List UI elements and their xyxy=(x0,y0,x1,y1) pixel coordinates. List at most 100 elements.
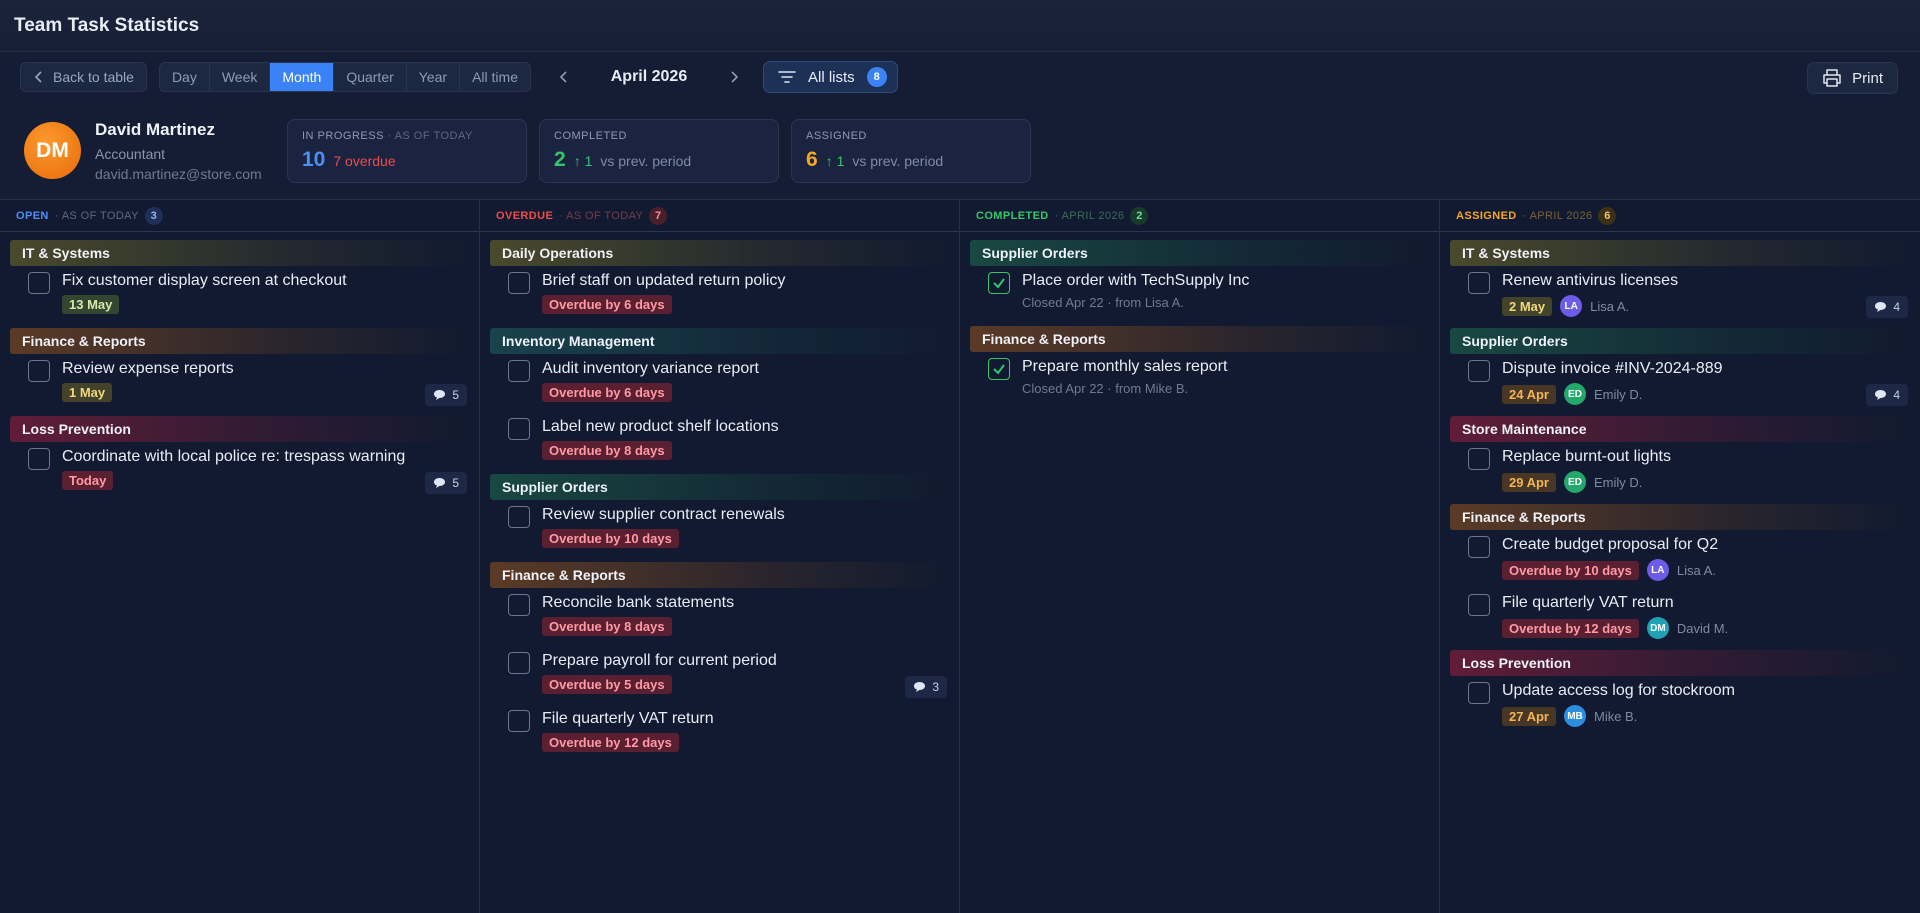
group-header: Daily Operations xyxy=(490,240,949,266)
task-title: Audit inventory variance report xyxy=(542,360,759,377)
avatar: DM xyxy=(24,122,81,179)
task-checkbox[interactable] xyxy=(1468,448,1490,470)
period-all-time[interactable]: All time xyxy=(460,63,530,91)
comment-count[interactable]: 4 xyxy=(1866,384,1908,406)
column-title: ASSIGNED xyxy=(1456,209,1517,222)
stat-compare: vs prev. period xyxy=(600,152,692,169)
print-button[interactable]: Print xyxy=(1807,62,1898,94)
overdue-badge: Overdue by 10 days xyxy=(1502,560,1639,580)
comment-count[interactable]: 5 xyxy=(425,472,467,494)
comment-icon xyxy=(1875,302,1887,312)
task-item[interactable]: Review expense reports 1 May 5 xyxy=(10,358,469,416)
task-checkbox[interactable] xyxy=(508,652,530,674)
stat-value: 2 xyxy=(554,147,566,171)
group-header: Store Maintenance xyxy=(1450,416,1910,442)
task-item[interactable]: Reconcile bank statements Overdue by 8 d… xyxy=(490,592,949,650)
task-checkbox[interactable] xyxy=(508,710,530,732)
task-checkbox[interactable] xyxy=(508,360,530,382)
due-date-badge: 24 Apr xyxy=(1502,384,1556,404)
assignee-avatar: LA xyxy=(1646,559,1669,581)
comment-icon xyxy=(434,390,446,400)
assignee-name: Emily D. xyxy=(1593,474,1643,490)
comment-count[interactable]: 3 xyxy=(905,676,947,698)
overdue-count: 7 overdue xyxy=(333,152,396,169)
task-checkbox[interactable] xyxy=(1468,272,1490,294)
task-checkbox[interactable] xyxy=(1468,594,1490,616)
group-header: Inventory Management xyxy=(490,328,949,354)
task-item[interactable]: Renew antivirus licenses 2 May LA Lisa A… xyxy=(1450,270,1910,328)
user-info: David Martinez Accountant david.martinez… xyxy=(95,120,275,182)
task-item[interactable]: Fix customer display screen at checkout … xyxy=(10,270,469,328)
task-item[interactable]: Create budget proposal for Q2 Overdue by… xyxy=(1450,534,1910,592)
stat-label: ASSIGNED xyxy=(806,129,867,142)
next-period-button[interactable] xyxy=(725,68,743,86)
due-date-badge: 27 Apr xyxy=(1502,706,1556,726)
task-item[interactable]: Place order with TechSupply Inc Closed A… xyxy=(970,270,1429,326)
task-title: Label new product shelf locations xyxy=(542,418,779,435)
task-item[interactable]: Coordinate with local police re: trespas… xyxy=(10,446,469,504)
task-checkbox[interactable] xyxy=(508,272,530,294)
column-title: OVERDUE xyxy=(496,209,554,222)
list-filter-button[interactable]: All lists 8 xyxy=(762,61,898,93)
assignee-name: David M. xyxy=(1676,620,1729,636)
check-icon xyxy=(993,278,1005,289)
task-title: Renew antivirus licenses xyxy=(1502,272,1679,289)
comment-count-value: 4 xyxy=(1893,388,1900,402)
task-title: Reconcile bank statements xyxy=(542,594,735,611)
column-assigned: ASSIGNED · APRIL 2026 6 IT & Systems Ren… xyxy=(1440,200,1920,913)
column-header: ASSIGNED · APRIL 2026 6 xyxy=(1440,200,1920,232)
task-checkbox-checked[interactable] xyxy=(988,358,1010,380)
user-summary: DM David Martinez Accountant david.marti… xyxy=(0,102,1920,200)
task-title: File quarterly VAT return xyxy=(542,710,714,727)
task-checkbox[interactable] xyxy=(508,506,530,528)
task-title: Fix customer display screen at checkout xyxy=(62,272,347,289)
stat-delta: ↑ 1 xyxy=(825,152,845,169)
prev-period-button[interactable] xyxy=(555,68,573,86)
task-checkbox[interactable] xyxy=(1468,682,1490,704)
comment-icon xyxy=(434,478,446,488)
overdue-badge: Overdue by 10 days xyxy=(542,529,679,548)
task-item[interactable]: Prepare monthly sales report Closed Apr … xyxy=(970,356,1429,412)
stat-in-progress: IN PROGRESS · AS OF TODAY 10 7 overdue xyxy=(287,118,527,183)
task-item[interactable]: File quarterly VAT return Overdue by 12 … xyxy=(490,708,949,766)
period-year[interactable]: Year xyxy=(407,63,461,91)
due-date-badge: 2 May xyxy=(1502,296,1553,316)
task-item[interactable]: Prepare payroll for current period Overd… xyxy=(490,650,949,708)
task-item[interactable]: Replace burnt-out lights 29 Apr ED Emily… xyxy=(1450,446,1910,504)
task-checkbox[interactable] xyxy=(1468,360,1490,382)
task-checkbox[interactable] xyxy=(1468,536,1490,558)
task-item[interactable]: Audit inventory variance report Overdue … xyxy=(490,358,949,416)
task-item[interactable]: Dispute invoice #INV-2024-889 24 Apr ED … xyxy=(1450,358,1910,416)
period-quarter[interactable]: Quarter xyxy=(334,63,407,91)
closed-info: Closed Apr 22 · from Mike B. xyxy=(1022,381,1189,396)
comment-count[interactable]: 4 xyxy=(1866,296,1908,318)
stat-sublabel: · AS OF TODAY xyxy=(387,129,473,142)
task-checkbox[interactable] xyxy=(508,594,530,616)
task-checkbox[interactable] xyxy=(28,360,50,382)
back-to-table-button[interactable]: Back to table xyxy=(20,62,147,92)
comment-count[interactable]: 5 xyxy=(425,384,467,406)
task-checkbox-checked[interactable] xyxy=(988,272,1010,294)
task-item[interactable]: Label new product shelf locations Overdu… xyxy=(490,416,949,474)
group-header: Supplier Orders xyxy=(1450,328,1910,354)
task-item[interactable]: Review supplier contract renewals Overdu… xyxy=(490,504,949,562)
task-checkbox[interactable] xyxy=(28,448,50,470)
chevron-left-icon xyxy=(559,71,567,83)
task-item[interactable]: File quarterly VAT return Overdue by 12 … xyxy=(1450,592,1910,650)
task-checkbox[interactable] xyxy=(28,272,50,294)
group-header: Supplier Orders xyxy=(970,240,1429,266)
period-month[interactable]: Month xyxy=(270,63,335,91)
column-overdue: OVERDUE · AS OF TODAY 7 Daily Operations… xyxy=(480,200,960,913)
print-label: Print xyxy=(1852,69,1883,87)
filter-label: All lists xyxy=(807,68,855,86)
period-week[interactable]: Week xyxy=(210,63,271,91)
column-count: 2 xyxy=(1130,206,1149,225)
stat-label: COMPLETED xyxy=(554,129,627,142)
task-item[interactable]: Brief staff on updated return policy Ove… xyxy=(490,270,949,328)
comment-count-value: 5 xyxy=(452,476,459,490)
task-item[interactable]: Update access log for stockroom 27 Apr M… xyxy=(1450,680,1910,738)
assignee-avatar: ED xyxy=(1563,471,1586,493)
period-day[interactable]: Day xyxy=(160,63,210,91)
group-header: Loss Prevention xyxy=(10,416,469,442)
task-checkbox[interactable] xyxy=(508,418,530,440)
